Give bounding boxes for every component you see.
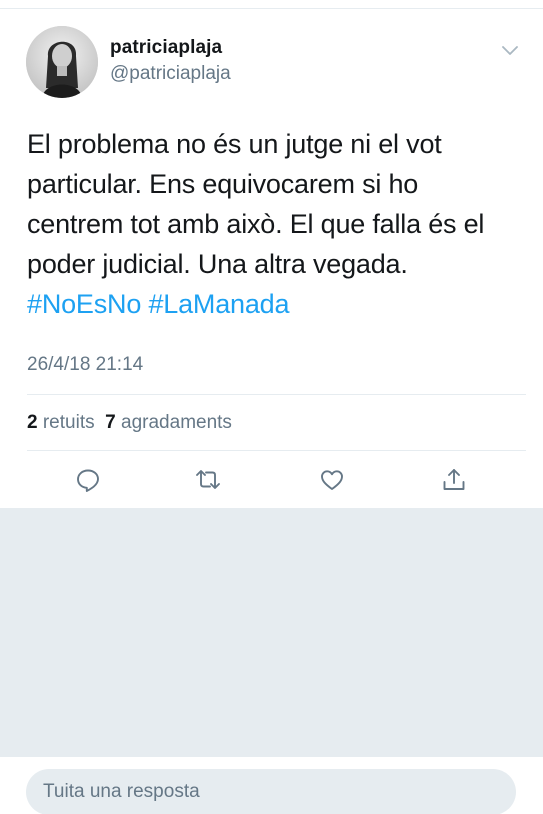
engagement-stats: 2 retuits 7 agradaments — [27, 412, 232, 434]
share-icon — [441, 467, 467, 498]
likes-count[interactable]: 7 — [105, 412, 116, 433]
divider — [27, 394, 526, 395]
action-bar — [0, 465, 543, 505]
chevron-down-icon[interactable] — [499, 39, 521, 61]
avatar[interactable] — [26, 26, 98, 98]
heart-icon — [319, 467, 345, 498]
retweets-label[interactable]: retuits — [43, 412, 95, 433]
tweet-detail-screen: patriciaplaja @patriciaplaja El problema… — [0, 0, 543, 814]
hashtag-link[interactable]: #NoEsNo — [27, 289, 141, 319]
share-button[interactable] — [437, 465, 471, 499]
hashtags-line: #NoEsNo #LaManada — [27, 284, 517, 324]
likes-label[interactable]: agradaments — [121, 412, 232, 433]
empty-replies-area — [0, 508, 543, 756]
divider — [27, 450, 526, 451]
hashtag-link[interactable]: #LaManada — [148, 289, 289, 319]
tweet-text: El problema no és un jutge ni el vot par… — [27, 124, 517, 324]
reply-bar — [0, 756, 543, 814]
tweet-text-line: El problema no és un jutge ni el vot — [27, 129, 442, 159]
like-button[interactable] — [315, 465, 349, 499]
timestamp[interactable]: 26/4/18 21:14 — [27, 354, 143, 376]
retweets-count[interactable]: 2 — [27, 412, 38, 433]
reply-input[interactable] — [26, 769, 516, 814]
tweet-text-line: particular. Ens equivocarem si ho — [27, 169, 419, 199]
retweet-icon — [193, 467, 223, 498]
tweet-card: patriciaplaja @patriciaplaja El problema… — [0, 9, 543, 508]
tweet-text-line: centrem tot amb això. El que falla és el — [27, 209, 485, 239]
reply-bubble-icon — [75, 467, 101, 498]
user-handle[interactable]: @patriciaplaja — [110, 63, 231, 85]
retweet-button[interactable] — [191, 465, 225, 499]
tweet-text-line: poder judicial. Una altra vegada. — [27, 249, 408, 279]
display-name[interactable]: patriciaplaja — [110, 37, 222, 59]
reply-button[interactable] — [71, 465, 105, 499]
